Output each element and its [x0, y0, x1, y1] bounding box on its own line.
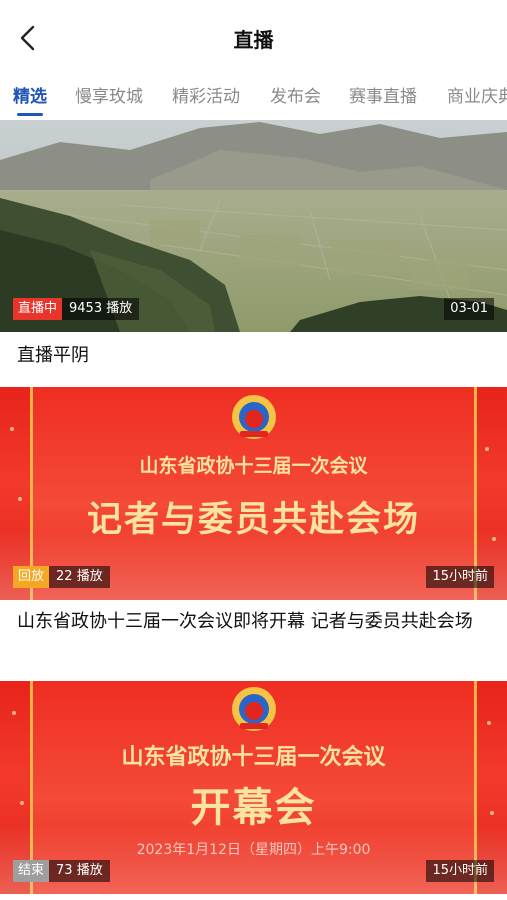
status-badge: 回放	[13, 566, 50, 588]
tab-slow-enjoy[interactable]: 慢享玫城	[75, 82, 143, 107]
time-badge: 15小时前	[426, 566, 494, 588]
top-bar: 直播	[0, 0, 507, 76]
live-page: 直播 精选 慢享玫城 精彩活动 发布会 赛事直播 商业庆典 直播中 9453 播…	[0, 0, 507, 900]
card-title[interactable]: 山东省政协十三届一次会议即将开幕 记者与委员共赴会场	[17, 608, 492, 636]
banner-subtitle: 山东省政协十三届一次会议	[139, 455, 368, 477]
play-count: 73 播放	[49, 860, 110, 882]
tab-launch[interactable]: 发布会	[270, 82, 321, 107]
card-title[interactable]: 直播平阴	[17, 342, 492, 370]
page-title: 直播	[233, 28, 274, 52]
tab-sports[interactable]: 赛事直播	[349, 82, 417, 107]
emblem-icon	[231, 395, 276, 439]
live-card-thumbnail[interactable]: 直播中 9453 播放 03-01	[0, 120, 507, 332]
replay-card-thumbnail[interactable]: 山东省政协十三届一次会议 记者与委员共赴会场 回放 22 播放 15小时前	[0, 387, 507, 600]
category-tabs: 精选 慢享玫城 精彩活动 发布会 赛事直播 商业庆典	[0, 76, 507, 118]
banner-subtitle: 山东省政协十三届一次会议	[121, 745, 386, 770]
banner-headline: 记者与委员共赴会场	[86, 500, 420, 540]
replay-badge-group: 回放 22 播放	[13, 566, 110, 588]
time-badge: 03-01	[444, 298, 494, 320]
status-badge: 结束	[13, 860, 50, 882]
tab-featured[interactable]: 精选	[13, 82, 47, 107]
tab-indicator	[17, 113, 43, 116]
play-count: 9453 播放	[62, 298, 140, 320]
status-badge: 直播中	[13, 298, 63, 320]
tab-activities[interactable]: 精彩活动	[172, 82, 240, 107]
ended-badge-group: 结束 73 播放	[13, 860, 110, 882]
tab-business[interactable]: 商业庆典	[447, 82, 507, 107]
banner-date: 2023年1月12日（星期四）上午9:00	[136, 842, 371, 858]
ended-card-thumbnail[interactable]: 山东省政协十三届一次会议 开幕会 2023年1月12日（星期四）上午9:00 结…	[0, 681, 507, 894]
play-count: 22 播放	[49, 566, 110, 588]
emblem-icon	[231, 687, 276, 731]
time-badge: 15小时前	[426, 860, 494, 882]
live-badge-group: 直播中 9453 播放	[13, 298, 140, 320]
banner-headline: 开幕会	[190, 785, 317, 831]
